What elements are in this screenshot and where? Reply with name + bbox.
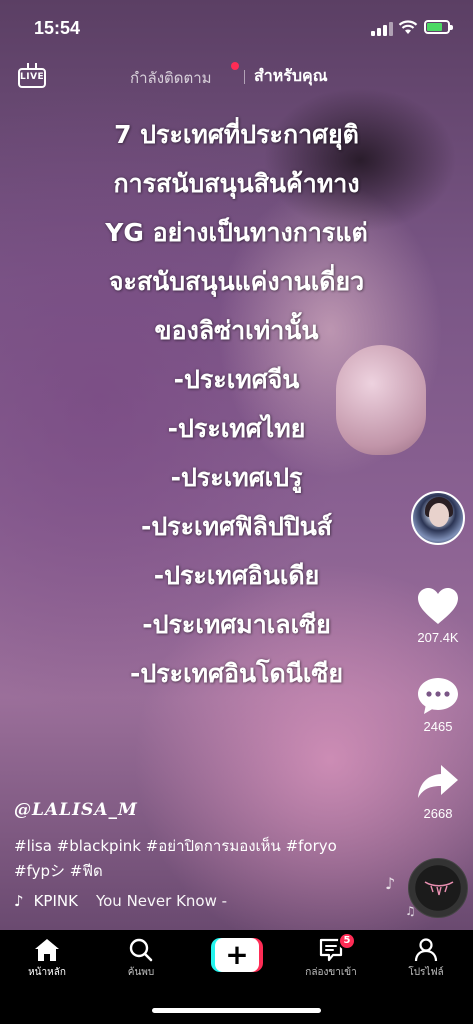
overlay-line: การสนับสนุนสินค้าทาง xyxy=(113,169,360,198)
overlay-line: -ประเทศจีน xyxy=(173,365,300,394)
plus-icon: + xyxy=(215,938,259,972)
tab-for-you[interactable]: สำหรับคุณ xyxy=(254,64,328,89)
live-button[interactable]: LIVE xyxy=(18,63,46,90)
nav-home-label: หน้าหลัก xyxy=(28,967,66,978)
nav-profile-label: โปรไฟล์ xyxy=(408,967,444,978)
nav-inbox-label: กล่องขาเข้า xyxy=(305,967,357,978)
nav-profile[interactable]: โปรไฟล์ xyxy=(381,938,471,980)
post-caption[interactable]: #lisa #blackpink #อย่าปิดการมองเห็น #for… xyxy=(14,834,384,884)
search-icon xyxy=(129,938,153,962)
comment-count: 2465 xyxy=(423,719,453,734)
overlay-line: YG อย่างเป็นทางการแต่ xyxy=(105,218,368,247)
disc-logo-icon xyxy=(424,881,454,896)
music-disc[interactable] xyxy=(408,858,468,918)
inbox-badge: 5 xyxy=(338,932,356,950)
overlay-line: -ประเทศอินเดีย xyxy=(153,561,320,590)
live-label: LIVE xyxy=(20,72,45,82)
battery-icon xyxy=(424,20,453,34)
overlay-line: จะสนับสนุนแค่งานเดี่ยว xyxy=(108,267,365,296)
profile-icon xyxy=(414,938,438,962)
share-count: 2668 xyxy=(423,806,453,821)
music-title: You Never Know - xyxy=(95,892,228,910)
music-artist: KPINK xyxy=(33,892,78,910)
share-icon[interactable] xyxy=(416,762,460,802)
comment-icon[interactable] xyxy=(416,676,460,716)
overlay-line: 7 ประเทศที่ประกาศยุติ xyxy=(114,120,359,149)
nav-discover[interactable]: ค้นพบ xyxy=(96,938,186,980)
home-indicator[interactable] xyxy=(152,1008,321,1013)
overlay-line: -ประเทศไทย xyxy=(167,414,306,443)
status-bar: 15:54 xyxy=(0,0,473,56)
caption-line: #lisa #blackpink #อย่าปิดการมองเห็น #for… xyxy=(14,837,337,855)
like-count: 207.4K xyxy=(417,630,459,645)
wifi-icon xyxy=(398,20,418,34)
home-icon xyxy=(35,939,59,961)
caption-line: #fypシ #ฟีด xyxy=(14,862,103,880)
music-ticker[interactable]: ♪ KPINK You Never Know - xyxy=(14,892,227,910)
music-note-icon: ♪ xyxy=(14,892,24,910)
overlay-line: -ประเทศเปรู xyxy=(170,463,303,492)
tab-divider xyxy=(244,70,245,84)
overlay-line: -ประเทศฟิลิปปินส์ xyxy=(140,512,333,541)
nav-inbox[interactable]: กล่องขาเข้า xyxy=(286,938,376,980)
nav-discover-label: ค้นพบ xyxy=(127,967,155,978)
floating-note-icon: ♪ xyxy=(385,874,396,893)
following-notification-dot xyxy=(231,62,239,70)
status-time: 15:54 xyxy=(34,18,81,38)
heart-icon[interactable] xyxy=(416,586,460,626)
overlay-line: ของลิซ่าเท่านั้น xyxy=(154,316,319,345)
tab-following[interactable]: กำลังติดตาม xyxy=(130,66,212,90)
nav-home[interactable]: หน้าหลัก xyxy=(2,938,92,980)
video-overlay-text: 7 ประเทศที่ประกาศยุติ การสนับสนุนสินค้าท… xyxy=(0,110,473,698)
create-post-button[interactable]: + xyxy=(211,938,263,972)
creator-avatar[interactable] xyxy=(411,491,465,545)
signal-icon xyxy=(371,22,393,36)
creator-username[interactable]: @𝑳𝑨𝑳𝑰𝑺𝑨_𝑴 xyxy=(14,800,138,820)
overlay-line: -ประเทศอินโดนีเซีย xyxy=(129,659,343,688)
